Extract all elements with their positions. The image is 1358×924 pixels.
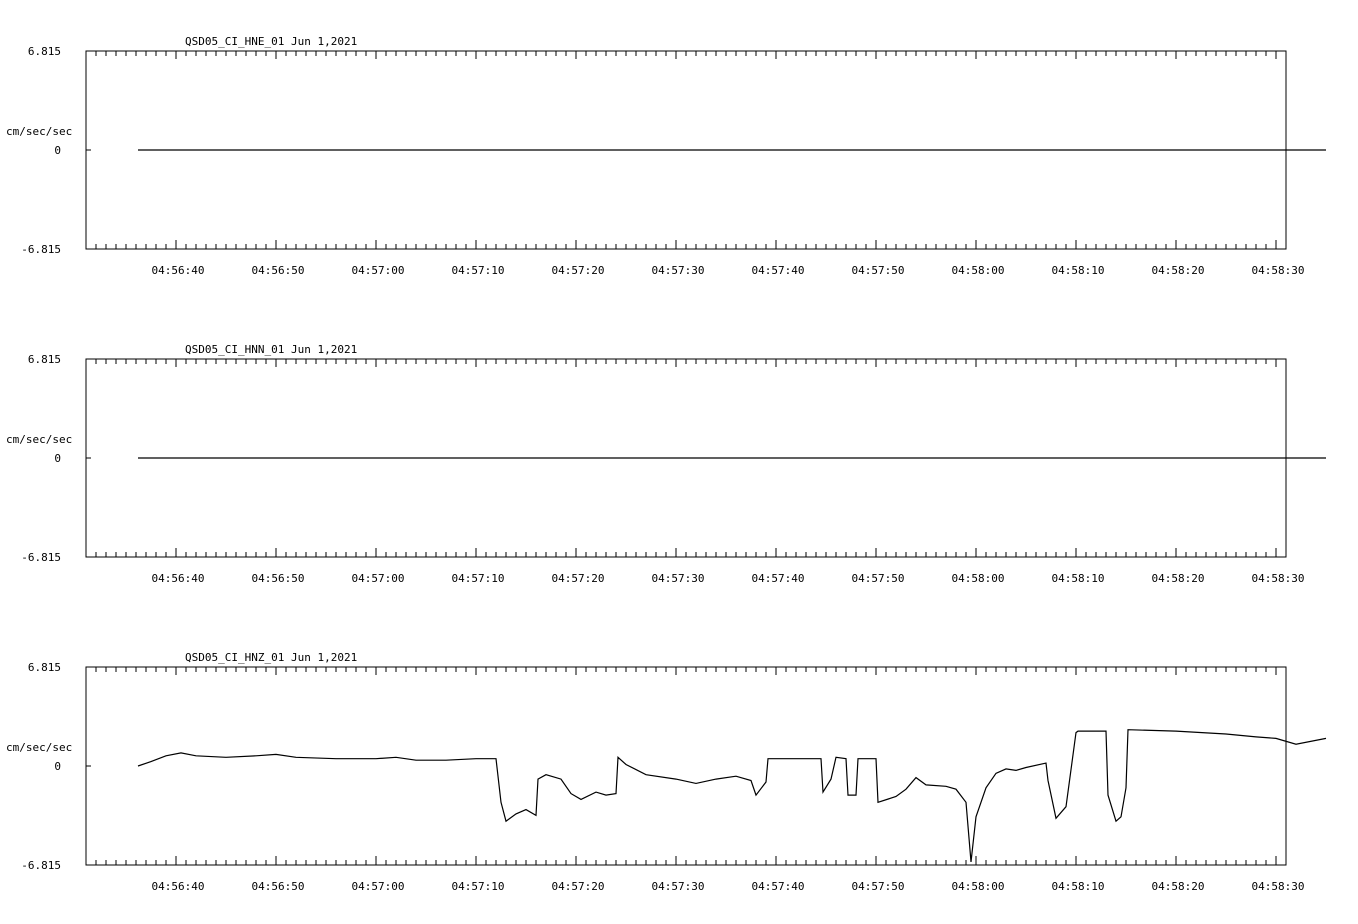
y-tick-label: 6.815	[28, 45, 61, 58]
y-axis-label: cm/sec/sec	[6, 125, 72, 138]
x-tick-label: 04:58:20	[1152, 572, 1205, 585]
panel-2: QSD05_CI_HNN_01 Jun 1,2021 6.815 0 -6.815 cm…	[6, 343, 1326, 585]
x-tick-label: 04:58:30	[1252, 264, 1305, 277]
x-tick-label: 04:56:50	[252, 572, 305, 585]
x-tick-label: 04:58:00	[952, 880, 1005, 893]
x-tick-label: 04:57:00	[352, 880, 405, 893]
x-tick-label: 04:58:00	[952, 572, 1005, 585]
x-tick-label: 04:58:20	[1152, 264, 1205, 277]
x-tick-label: 04:56:40	[152, 264, 205, 277]
x-tick-label: 04:57:00	[352, 264, 405, 277]
x-tick-label: 04:58:10	[1052, 264, 1105, 277]
x-tick-label: 04:58:30	[1252, 880, 1305, 893]
x-tick-label: 04:58:10	[1052, 880, 1105, 893]
y-tick-label: -6.815	[21, 551, 61, 564]
y-axis-label: cm/sec/sec	[6, 741, 72, 754]
x-tick-label: 04:57:50	[852, 264, 905, 277]
y-axis-label: cm/sec/sec	[6, 433, 72, 446]
y-tick-label: 0	[54, 144, 61, 157]
x-tick-label: 04:57:10	[452, 880, 505, 893]
x-tick-label: 04:57:40	[752, 264, 805, 277]
chart-title: QSD05_CI_HNE_01 Jun 1,2021	[185, 35, 357, 48]
y-tick-label: -6.815	[21, 859, 61, 872]
seismogram-figure: QSD05_CI_HNE_01 Jun 1,2021 6.815 0 -6.815 cm…	[6, 35, 1327, 893]
x-tick-label: 04:57:30	[652, 880, 705, 893]
x-tick-label: 04:56:50	[252, 264, 305, 277]
x-tick-label: 04:57:50	[852, 880, 905, 893]
x-tick-label: 04:57:00	[352, 572, 405, 585]
y-tick-label: 0	[54, 760, 61, 773]
x-tick-label: 04:57:30	[652, 264, 705, 277]
x-tick-label: 04:58:00	[952, 264, 1005, 277]
x-tick-label: 04:58:20	[1152, 880, 1205, 893]
x-tick-label: 04:57:10	[452, 572, 505, 585]
x-tick-label: 04:57:10	[452, 264, 505, 277]
y-tick-label: -6.815	[21, 243, 61, 256]
chart-title: QSD05_CI_HNZ_01 Jun 1,2021	[185, 651, 357, 664]
panel-3: QSD05_CI_HNZ_01 Jun 1,2021 6.815 0 -6.815 cm…	[6, 651, 1327, 893]
x-tick-label: 04:56:40	[152, 572, 205, 585]
x-tick-label: 04:56:50	[252, 880, 305, 893]
x-tick-label: 04:58:10	[1052, 572, 1105, 585]
y-tick-label: 6.815	[28, 661, 61, 674]
x-tick-label: 04:56:40	[152, 880, 205, 893]
x-tick-label: 04:57:20	[552, 880, 605, 893]
y-tick-label: 0	[54, 452, 61, 465]
x-tick-label: 04:57:20	[552, 264, 605, 277]
panel-1: QSD05_CI_HNE_01 Jun 1,2021 6.815 0 -6.815 cm…	[6, 35, 1326, 277]
x-tick-label: 04:57:30	[652, 572, 705, 585]
x-tick-label: 04:58:30	[1252, 572, 1305, 585]
x-tick-label: 04:57:50	[852, 572, 905, 585]
x-tick-label: 04:57:40	[752, 880, 805, 893]
y-tick-label: 6.815	[28, 353, 61, 366]
x-tick-label: 04:57:40	[752, 572, 805, 585]
plot-frame	[85, 666, 1287, 866]
x-minor-ticks	[95, 667, 1277, 865]
series-trace-1	[137, 729, 1327, 862]
x-tick-label: 04:57:20	[552, 572, 605, 585]
chart-title: QSD05_CI_HNN_01 Jun 1,2021	[185, 343, 357, 356]
